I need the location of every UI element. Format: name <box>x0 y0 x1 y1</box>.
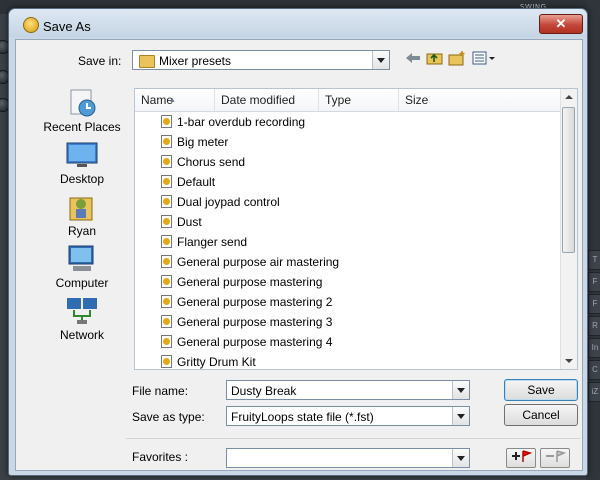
save-as-dialog: Save As ✕ Save in: Mixer presets Recent <box>8 8 588 476</box>
file-item[interactable]: Dual joypad control <box>135 192 560 212</box>
save-as-type-label: Save as type: <box>132 410 205 424</box>
chevron-down-icon[interactable] <box>452 381 469 399</box>
new-folder-icon[interactable] <box>448 50 466 66</box>
file-item[interactable]: General purpose mastering 2 <box>135 292 560 312</box>
desktop-icon <box>65 140 99 168</box>
place-label: Ryan <box>67 224 96 238</box>
scroll-down-icon[interactable] <box>561 353 577 369</box>
folder-icon <box>139 55 155 68</box>
divider <box>126 438 580 439</box>
computer-icon <box>65 244 99 272</box>
file-item[interactable]: Gritty Drum Kit <box>135 352 560 372</box>
scrollbar-thumb[interactable] <box>562 107 575 253</box>
background-tab: R <box>588 316 600 336</box>
file-name-value: Dusty Break <box>231 384 297 398</box>
save-as-type-value: FruityLoops state file (*.fst) <box>231 410 374 424</box>
fst-file-icon <box>161 255 172 268</box>
file-item[interactable]: 1-bar overdub recording <box>135 112 560 132</box>
favorites-dropdown[interactable] <box>226 448 470 468</box>
fst-file-icon <box>161 335 172 348</box>
fl-studio-icon <box>23 17 39 33</box>
back-arrow-icon[interactable] <box>404 50 422 66</box>
window-title: Save As <box>43 19 91 34</box>
column-header-date-modified[interactable]: Date modified <box>215 89 319 111</box>
file-list[interactable]: ▲ Name Date modified Type Size 1-bar ove… <box>134 88 578 370</box>
file-name-label: File name: <box>132 384 189 398</box>
file-item[interactable]: General purpose mastering <box>135 272 560 292</box>
scroll-up-icon[interactable] <box>561 89 577 105</box>
fst-file-icon <box>161 235 172 248</box>
background-tab: F <box>588 294 600 314</box>
fst-file-icon <box>161 135 172 148</box>
fst-file-icon <box>161 175 172 188</box>
views-menu-icon[interactable] <box>472 50 496 66</box>
user-folder-icon <box>65 192 99 221</box>
fst-file-icon <box>161 195 172 208</box>
background-tab: In <box>588 338 600 358</box>
save-in-dropdown[interactable]: Mixer presets <box>132 50 390 70</box>
chevron-down-icon[interactable] <box>372 51 389 69</box>
file-rows: 1-bar overdub recording Big meter Chorus… <box>135 112 560 372</box>
file-item[interactable]: Flanger send <box>135 232 560 252</box>
column-header-size[interactable]: Size <box>399 89 479 111</box>
place-network[interactable]: Network <box>34 296 130 342</box>
chevron-down-icon[interactable] <box>452 407 469 425</box>
save-in-value: Mixer presets <box>159 54 232 68</box>
favorites-label: Favorites : <box>132 450 189 464</box>
recent-places-icon <box>65 88 99 117</box>
fst-file-icon <box>161 275 172 288</box>
save-as-type-dropdown[interactable]: FruityLoops state file (*.fst) <box>226 406 470 426</box>
title-bar[interactable]: Save As ✕ <box>9 9 587 37</box>
sort-ascending-icon: ▲ <box>169 97 176 104</box>
place-computer[interactable]: Computer <box>34 244 130 290</box>
chevron-down-icon[interactable] <box>452 449 469 467</box>
remove-favorite-button[interactable] <box>540 448 570 468</box>
place-label: Network <box>59 328 104 342</box>
column-headers: ▲ Name Date modified Type Size <box>135 89 560 112</box>
file-item[interactable]: Dust <box>135 212 560 232</box>
fst-file-icon <box>161 315 172 328</box>
dialog-client-area: Save in: Mixer presets Recent Places Des… <box>15 39 583 471</box>
background-tab: C <box>588 360 600 380</box>
network-icon <box>65 296 99 324</box>
file-name-input[interactable]: Dusty Break <box>226 380 470 400</box>
fst-file-icon <box>161 115 172 128</box>
place-ryan[interactable]: Ryan <box>34 192 130 238</box>
fst-file-icon <box>161 355 172 368</box>
file-item[interactable]: General purpose mastering 4 <box>135 332 560 352</box>
fst-file-icon <box>161 295 172 308</box>
place-recent-places[interactable]: Recent Places <box>34 88 130 134</box>
add-favorite-button[interactable] <box>506 448 536 468</box>
place-label: Computer <box>55 276 109 290</box>
file-item[interactable]: Default <box>135 172 560 192</box>
save-in-label: Save in: <box>78 54 122 68</box>
place-label: Desktop <box>59 172 105 186</box>
fst-file-icon <box>161 155 172 168</box>
background-right-panel: T F F R In C iZ <box>586 0 600 480</box>
file-list-scrollbar[interactable] <box>560 89 577 369</box>
file-item[interactable]: General purpose mastering 3 <box>135 312 560 332</box>
place-desktop[interactable]: Desktop <box>34 140 130 186</box>
background-tab: T <box>588 250 600 270</box>
save-button[interactable]: Save <box>504 379 578 401</box>
column-header-name[interactable]: ▲ Name <box>135 89 215 111</box>
fst-file-icon <box>161 215 172 228</box>
column-header-type[interactable]: Type <box>319 89 399 111</box>
background-tab: F <box>588 272 600 292</box>
background-tab: iZ <box>588 382 600 402</box>
file-item[interactable]: General purpose air mastering <box>135 252 560 272</box>
file-item[interactable]: Chorus send <box>135 152 560 172</box>
close-button[interactable]: ✕ <box>539 14 583 34</box>
place-label: Recent Places <box>43 120 121 134</box>
cancel-button[interactable]: Cancel <box>504 404 578 426</box>
file-item[interactable]: Big meter <box>135 132 560 152</box>
up-folder-icon[interactable] <box>426 50 444 66</box>
